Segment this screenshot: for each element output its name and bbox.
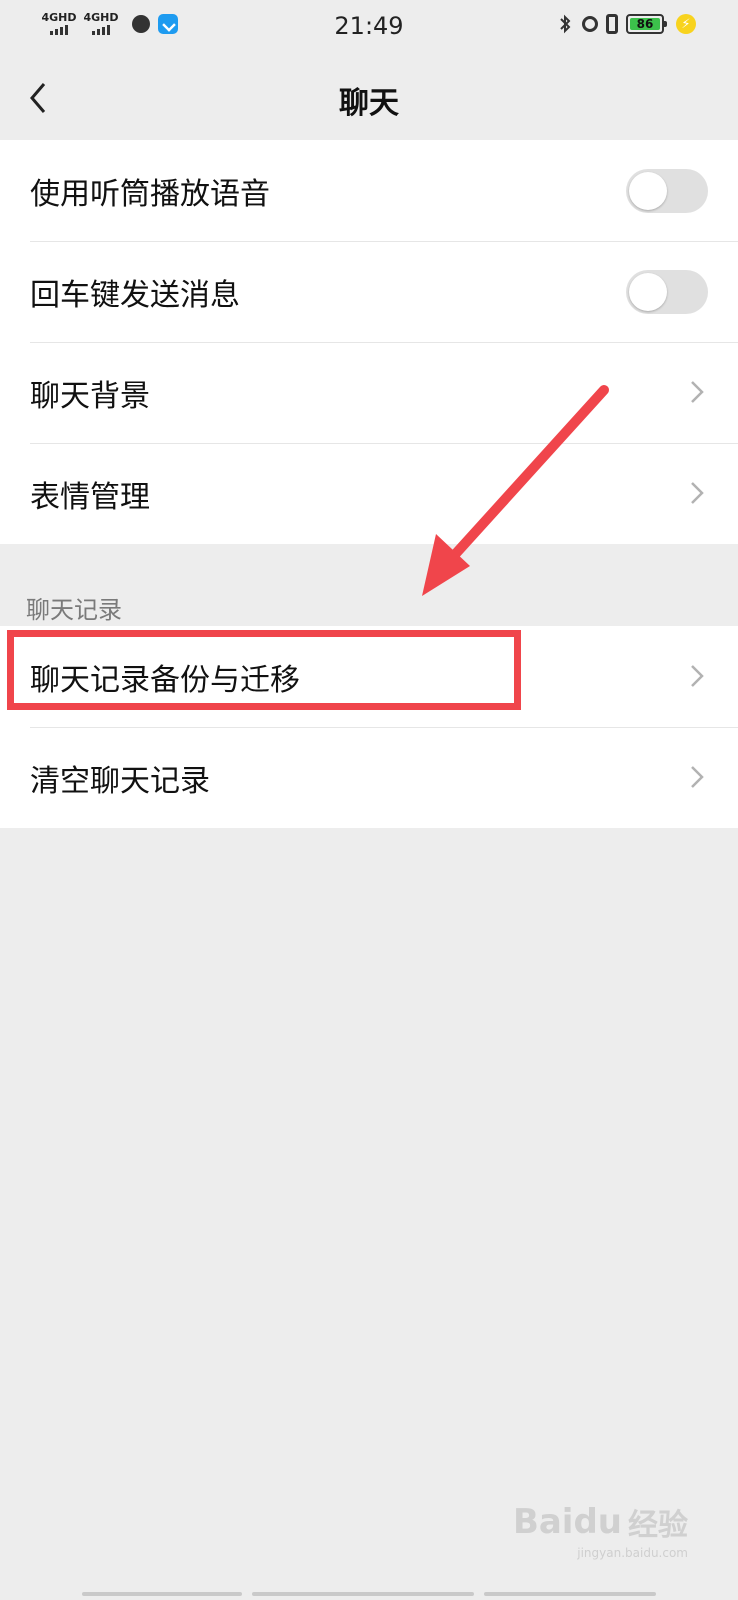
- home-indicator: [82, 1592, 242, 1596]
- annotation-arrow: [422, 385, 609, 596]
- watermark: Baidu 经验: [513, 1500, 688, 1544]
- watermark-url: jingyan.baidu.com: [577, 1546, 688, 1560]
- watermark-text: 经验: [628, 1508, 688, 1543]
- home-indicator: [484, 1592, 656, 1596]
- home-indicator: [252, 1592, 474, 1596]
- watermark-logo: Baidu: [512, 1502, 622, 1542]
